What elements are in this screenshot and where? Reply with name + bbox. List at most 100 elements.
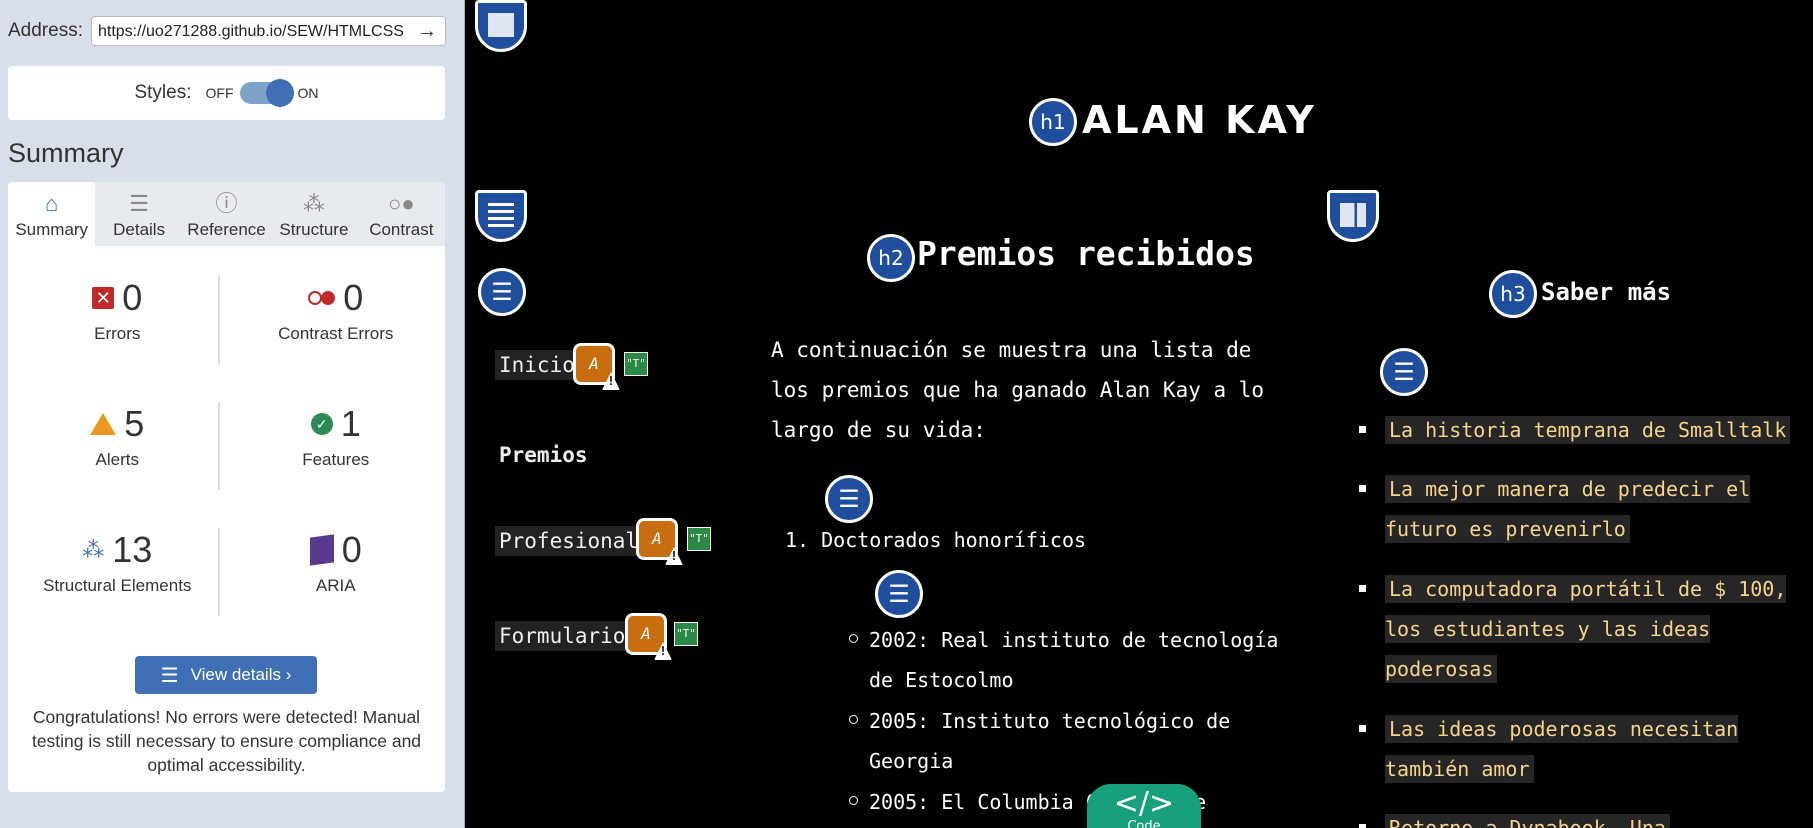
structural-count: 13 <box>112 529 153 570</box>
list-glyph: ☰ <box>888 580 910 608</box>
external-link[interactable]: La mejor manera de predecir el futuro es… <box>1385 475 1751 543</box>
features-label: Features <box>302 450 370 469</box>
list-badge-icon[interactable]: ☰ <box>825 475 873 523</box>
styles-toggle-box: Styles: OFF ON <box>8 66 445 120</box>
section-heading-premios: Premios recibidos <box>917 234 1255 273</box>
congrats-message: Congratulations! No errors were detected… <box>31 707 422 775</box>
section-heading-saber-mas: Saber más <box>1541 278 1672 306</box>
check-icon: ✓ <box>310 413 333 435</box>
errors-count: 0 <box>122 277 143 318</box>
header-landmark-icon[interactable] <box>475 0 527 52</box>
nav-landmark-icon[interactable] <box>475 190 527 242</box>
summary-heading: Summary <box>8 138 124 168</box>
external-link[interactable]: Las ideas poderosas necesitan también am… <box>1385 715 1739 783</box>
errors-label: Errors <box>94 324 141 343</box>
list-glyph: ☰ <box>838 485 860 513</box>
toggle-off-label: OFF <box>205 85 234 101</box>
external-link[interactable]: La historia temprana de Smalltalk <box>1385 416 1791 444</box>
nav-premios-text: Premios <box>499 443 588 467</box>
intro-line: los premios que ha ganado Alan Kay a lo <box>771 378 1265 402</box>
intro-paragraph: A continuación se muestra una lista de l… <box>771 330 1291 450</box>
ordered-list-item: 1. Doctorados honoríficos <box>785 528 1087 552</box>
page-preview: h1 ALAN KAY ☰ Inicio A "T" Premios Profe… <box>465 0 1813 828</box>
h2-badge[interactable]: h2 <box>867 234 915 282</box>
code-toggle-button[interactable]: </> Code <box>1087 784 1201 828</box>
structure-icon: ⁂ <box>82 537 105 562</box>
address-label: Address: <box>8 20 83 41</box>
list-badge-icon[interactable]: ☰ <box>478 268 526 316</box>
go-arrow-icon[interactable]: → <box>417 20 437 43</box>
list-icon: ☰ <box>129 191 149 216</box>
link-list-item: Retorno a Dynabook. Una <box>1359 808 1805 828</box>
alert-badge-icon[interactable]: A <box>573 343 615 385</box>
tab-label: Details <box>113 220 166 239</box>
contrast-errors-label: Contrast Errors <box>278 324 394 343</box>
alert-icon <box>90 413 117 435</box>
h3-badge[interactable]: h3 <box>1489 270 1537 318</box>
stat-contrast-errors[interactable]: 0 Contrast Errors <box>227 276 446 402</box>
external-link[interactable]: Retorno a Dynabook. Una <box>1385 814 1670 828</box>
title-badge-icon[interactable]: "T" <box>674 622 698 646</box>
tab-details[interactable]: ☰ Details <box>95 182 182 246</box>
external-link[interactable]: La computadora portátil de $ 100, los es… <box>1385 575 1787 683</box>
aside-landmark-icon[interactable] <box>1327 190 1379 242</box>
link-list-item: La computadora portátil de $ 100, los es… <box>1359 569 1805 689</box>
link-list-item: La mejor manera de predecir el futuro es… <box>1359 469 1805 549</box>
toggle-on-label: ON <box>297 85 319 101</box>
aria-count: 0 <box>341 529 362 570</box>
tab-structure[interactable]: ⁂ Structure <box>270 182 357 246</box>
sub-item-text: 2002: Real instituto de tecnología de Es… <box>869 628 1279 692</box>
sub-list-item: 2005: Instituto tecnológico de Georgia <box>849 701 1289 781</box>
stat-errors[interactable]: ✕ 0 Errors <box>8 276 227 402</box>
list-glyph: ☰ <box>491 278 513 306</box>
link-list-item: La historia temprana de Smalltalk <box>1359 410 1805 450</box>
intro-line: largo de su vida: <box>771 418 986 442</box>
h1-badge[interactable]: h1 <box>1029 98 1077 146</box>
styles-toggle[interactable] <box>239 79 294 107</box>
stat-aria[interactable]: 0 ARIA <box>227 528 446 654</box>
title-badge-icon[interactable]: "T" <box>687 527 711 551</box>
stats-grid: ✕ 0 Errors 0 Contrast Errors 5 Alerts ✓ 1 … <box>8 276 445 654</box>
alert-badge-icon[interactable]: A <box>625 613 667 655</box>
stat-structural[interactable]: ⁂ 13 Structural Elements <box>8 528 227 654</box>
code-icon: </> <box>1113 786 1175 821</box>
wave-sidebar: Address: https://uo271288.github.io/SEW/… <box>0 0 465 828</box>
list-glyph: ☰ <box>1393 358 1415 386</box>
address-input[interactable]: https://uo271288.github.io/SEW/HTMLCSS → <box>90 16 446 46</box>
tab-contrast[interactable]: ○● Contrast <box>358 182 445 246</box>
h2-badge-text: h2 <box>878 246 904 270</box>
tab-reference[interactable]: ⓘ Reference <box>183 182 270 246</box>
sub-item-text: 2005: Instituto tecnológico de Georgia <box>869 709 1231 773</box>
intro-line: A continuación se muestra una lista de <box>771 338 1252 362</box>
list-badge-icon[interactable]: ☰ <box>875 570 923 618</box>
stats-row: 5 Alerts ✓ 1 Features <box>8 402 445 528</box>
view-details-button[interactable]: ☰ View details › <box>135 656 317 694</box>
stat-alerts[interactable]: 5 Alerts <box>8 402 227 528</box>
alerts-count: 5 <box>124 403 145 444</box>
alert-badge-icon[interactable]: A <box>636 518 678 560</box>
nav-profesional-link[interactable]: Profesional <box>495 526 643 556</box>
info-icon: ⓘ <box>215 191 238 216</box>
list-badge-icon[interactable]: ☰ <box>1380 348 1428 396</box>
tab-bar: ⌂ Summary ☰ Details ⓘ Reference ⁂ Struct… <box>8 182 445 246</box>
sub-list-item: 2005: El Columbia College de Chicago <box>849 782 1289 828</box>
stats-row: ✕ 0 Errors 0 Contrast Errors <box>8 276 445 402</box>
nav-formulario-link[interactable]: Formulario <box>495 621 630 651</box>
summary-card: ⌂ Summary ☰ Details ⓘ Reference ⁂ Struct… <box>8 182 445 792</box>
alerts-label: Alerts <box>95 450 139 469</box>
features-count: 1 <box>340 403 361 444</box>
link-list-item: Las ideas poderosas necesitan también am… <box>1359 709 1805 789</box>
tab-summary[interactable]: ⌂ Summary <box>8 182 96 246</box>
contrast-errors-count: 0 <box>343 277 364 318</box>
error-icon: ✕ <box>92 287 115 309</box>
stat-features[interactable]: ✓ 1 Features <box>227 402 446 528</box>
page-title: ALAN KAY <box>1082 98 1317 142</box>
nav-inicio-link[interactable]: Inicio <box>495 350 579 380</box>
aria-icon <box>309 534 334 566</box>
address-value: https://uo271288.github.io/SEW/HTMLCSS <box>97 23 404 40</box>
home-icon: ⌂ <box>45 191 59 216</box>
contrast-error-icon <box>308 291 336 305</box>
title-badge-icon[interactable]: "T" <box>624 352 648 376</box>
view-details-label: View details › <box>190 665 292 684</box>
toggle-knob[interactable] <box>265 79 294 107</box>
